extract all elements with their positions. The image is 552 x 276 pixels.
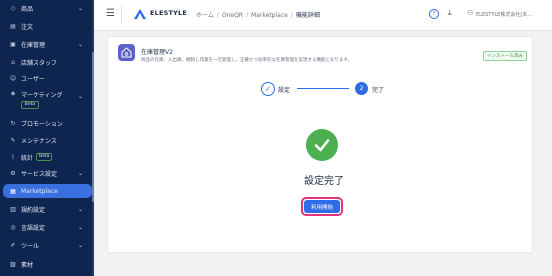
sidebar-item-products[interactable]: ◇ 商品 ⌄ <box>0 1 92 15</box>
app-icon <box>118 44 135 61</box>
sidebar-item-label: 素材 <box>21 261 34 269</box>
sidebar-item-users[interactable]: ☺ ユーザー <box>0 71 92 85</box>
sidebar-item-label: 注文 <box>21 23 34 31</box>
sidebar-item-label: 規約設定 <box>21 206 46 214</box>
sidebar-item-label: ユーザー <box>21 75 45 83</box>
box-icon: ▣ <box>10 40 16 48</box>
sidebar-item-label: 言語設定 <box>21 224 46 232</box>
divider <box>121 6 122 24</box>
marketing-icon: ◈ <box>10 90 16 97</box>
receipt-icon: ▤ <box>10 22 16 30</box>
chevron-down-icon: ⌄ <box>77 223 83 231</box>
sidebar-item-language-settings[interactable]: ◎ 言語設定 ⌄ <box>0 220 92 234</box>
policy-icon: ▥ <box>10 205 16 213</box>
breadcrumb-oneqr[interactable]: OneQR <box>222 12 243 19</box>
help-icon[interactable]: ? <box>429 9 439 19</box>
sidebar-item-marketplace[interactable]: ▦ Marketplace <box>3 184 92 198</box>
menu-collapse-icon[interactable]: ☰ <box>106 8 115 19</box>
step-connector <box>297 88 349 89</box>
breadcrumb-separator: / <box>245 12 248 19</box>
sidebar-item-label: マーケティング <box>21 92 63 99</box>
sidebar-item-label: 統計 <box>21 154 34 162</box>
sidebar: ◇ 商品 ⌄ ▤ 注文 ▣ 在庫管理 ⌄ ⌂ 店舗スタッフ ☺ ユーザー ◈ マ… <box>0 0 94 276</box>
tool-icon: ✐ <box>10 241 16 249</box>
sidebar-item-tools[interactable]: ✐ ツール ⌄ <box>0 238 92 252</box>
sidebar-item-label: サービス設定 <box>21 170 58 178</box>
chevron-down-icon: ⌄ <box>77 241 83 249</box>
sidebar-item-label: Marketplace <box>21 187 58 195</box>
gear-icon: ⚙ <box>10 169 16 177</box>
success-check-icon <box>306 129 338 161</box>
image-icon: ▨ <box>10 260 16 268</box>
sidebar-item-label: 商品 <box>21 5 34 13</box>
breadcrumb-separator: / <box>216 12 219 19</box>
beta-badge: Beta <box>21 101 39 109</box>
chevron-down-icon: ⌄ <box>77 40 83 48</box>
user-icon: ☺ <box>9 74 17 82</box>
chevron-down-icon: ⌄ <box>77 169 83 177</box>
grid-icon: ▦ <box>10 187 16 195</box>
sidebar-item-inventory[interactable]: ▣ 在庫管理 ⌄ <box>0 37 92 51</box>
tag-icon: ◇ <box>10 4 16 12</box>
wrench-icon: ✎ <box>10 136 16 144</box>
breadcrumb-marketplace[interactable]: Marketplace <box>251 12 288 19</box>
breadcrumb-home[interactable]: ホーム <box>196 12 214 19</box>
user-icon[interactable]: ⚇ <box>467 9 473 17</box>
sidebar-item-store-staff[interactable]: ⌂ 店舗スタッフ <box>0 55 92 69</box>
sidebar-item-marketing[interactable]: ◈ マーケティング Beta ⌄ <box>0 90 92 112</box>
sidebar-item-label: ツール <box>21 242 40 250</box>
sidebar-scrollbar[interactable] <box>92 52 94 202</box>
promotion-icon: ↻ <box>10 119 16 127</box>
stats-icon: ⌇ <box>11 153 15 161</box>
sidebar-item-maintenance[interactable]: ✎ メンテナンス <box>0 133 92 147</box>
step-2-label: 完了 <box>372 87 385 94</box>
store-icon: ⌂ <box>11 58 15 66</box>
sidebar-item-materials[interactable]: ▨ 素材 <box>0 257 92 271</box>
installed-status-badge: インストール済み <box>483 51 527 61</box>
warehouse-icon <box>121 47 132 58</box>
sidebar-item-label: メンテナンス <box>21 137 57 145</box>
sidebar-item-service-settings[interactable]: ⚙ サービス設定 ⌄ <box>0 166 92 180</box>
chevron-down-icon: ⌄ <box>77 205 83 213</box>
download-icon[interactable]: ⤓ <box>448 8 452 18</box>
chevron-down-icon: ⌄ <box>77 4 83 12</box>
sidebar-item-label: 在庫管理 <box>21 41 46 49</box>
step-complete-icon: ✓ <box>261 82 275 96</box>
step-2-indicator: 2 <box>355 82 368 95</box>
start-using-button[interactable]: 利用開始 <box>304 200 340 213</box>
breadcrumb-current: 機能詳細 <box>295 12 320 19</box>
brand-name: ELESTYLE <box>150 9 188 17</box>
app-title: 在庫管理V2 <box>141 49 173 56</box>
sidebar-item-label: 店舗スタッフ <box>21 59 58 67</box>
completion-message: 設定完了 <box>304 176 344 187</box>
sidebar-item-label: プロモーション <box>21 120 63 128</box>
breadcrumb: ホーム / OneQR / Marketplace / 機能詳細 <box>196 10 320 19</box>
app-description: 商品の在庫、入出庫、棚卸し作業を一元管理し、正確かつ効率的な在庫管理を実現する機… <box>141 58 352 63</box>
step-1-label: 設定 <box>278 87 291 94</box>
sidebar-item-promotion[interactable]: ↻ プロモーション <box>0 116 92 130</box>
globe-icon: ◎ <box>10 223 16 231</box>
sidebar-item-stats[interactable]: ⌇ 統計 Beta <box>0 150 92 164</box>
sidebar-item-orders[interactable]: ▤ 注文 <box>0 19 92 33</box>
brand-logo-icon <box>134 9 146 19</box>
company-name[interactable]: ELESTYLE株式会社[本... <box>476 11 542 18</box>
breadcrumb-separator: / <box>290 12 293 19</box>
beta-badge: Beta <box>36 153 53 161</box>
sidebar-item-terms-settings[interactable]: ▥ 規約設定 ⌄ <box>0 202 92 216</box>
chevron-down-icon: ⌄ <box>77 93 83 100</box>
